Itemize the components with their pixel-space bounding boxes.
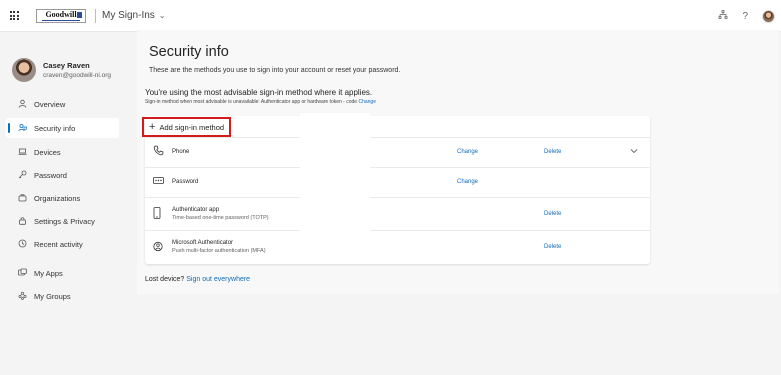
top-right-actions: ? [718, 0, 775, 32]
sidebar-item-devices[interactable]: Devices [6, 142, 119, 162]
sidebar-item-recent-activity[interactable]: Recent activity [6, 234, 119, 254]
sidebar-item-label: My Apps [34, 268, 63, 278]
main-content: Security info These are the methods you … [137, 30, 779, 294]
sidebar-item-security-info[interactable]: Security info [6, 118, 119, 138]
logo-text: Goodwill [45, 9, 77, 19]
divider [95, 8, 96, 23]
change-password-link[interactable]: Change [457, 179, 478, 185]
top-bar: Goodwill My Sign-Ins ⌄ ? [0, 0, 781, 32]
sign-out-everywhere-link[interactable]: Sign out everywhere [186, 276, 250, 283]
plus-icon: + [149, 121, 156, 133]
sidebar-item-my-apps[interactable]: My Apps [6, 263, 119, 283]
sidebar-item-overview[interactable]: Overview [6, 94, 119, 114]
page-title: Security info [149, 44, 229, 60]
user-profile: Casey Raven craven@goodwill-ni.org [12, 58, 111, 82]
method-row-authenticator-app: Authenticator app Time-based one-time pa… [145, 197, 650, 230]
method-row-microsoft-authenticator: Microsoft Authenticator Push multi-facto… [145, 230, 650, 262]
security-info-icon [17, 123, 27, 134]
sidebar-item-label: Security info [34, 123, 76, 133]
briefcase-icon [17, 193, 27, 204]
sidebar-item-label: Organizations [34, 193, 81, 203]
method-description: Time-based one-time password (TOTP) [172, 215, 269, 221]
groups-icon [17, 291, 27, 302]
app-launcher-icon[interactable] [0, 0, 28, 32]
mobile-icon [153, 207, 161, 222]
sidebar-item-label: Password [34, 170, 67, 180]
sidebar-item-label: My Groups [34, 291, 71, 301]
sidebar-item-label: Recent activity [34, 239, 83, 249]
method-description: Push multi-factor authentication (MFA) [172, 248, 266, 254]
page-subtitle: These are the methods you use to sign in… [149, 67, 401, 74]
key-icon [17, 170, 27, 181]
lost-device: Lost device? Sign out everywhere [145, 276, 250, 283]
authenticator-icon [153, 241, 163, 255]
method-row-password: Password Change [145, 167, 650, 197]
change-phone-link[interactable]: Change [457, 149, 478, 155]
history-icon [17, 239, 27, 250]
profile-avatar [12, 58, 36, 82]
phone-icon [153, 145, 164, 159]
sidebar-item-my-groups[interactable]: My Groups [6, 286, 119, 306]
advisable-message: You're using the most advisable sign-in … [145, 88, 373, 97]
lock-icon [17, 216, 27, 227]
org-chart-icon[interactable] [718, 9, 728, 23]
method-name: Authenticator app [172, 207, 220, 213]
avatar[interactable] [762, 9, 775, 23]
lost-device-text: Lost device? [145, 276, 185, 283]
profile-email: craven@goodwill-ni.org [43, 72, 112, 79]
add-sign-in-method-button[interactable]: + Add sign-in method [142, 117, 231, 137]
sidebar-item-organizations[interactable]: Organizations [6, 188, 119, 208]
sidebar-item-settings-privacy[interactable]: Settings & Privacy [6, 211, 119, 231]
password-icon [153, 176, 164, 188]
sidebar-item-password[interactable]: Password [6, 165, 119, 185]
change-default-method-link[interactable]: Change [358, 99, 376, 105]
chevron-down-icon[interactable] [630, 147, 638, 156]
delete-authenticator-app-link[interactable]: Delete [544, 211, 561, 217]
sidebar-item-label: Settings & Privacy [34, 216, 95, 226]
sidebar-item-label: Devices [34, 147, 61, 157]
help-icon[interactable]: ? [742, 11, 748, 22]
advisable-note-text: Sign-in method when most advisable is un… [145, 99, 358, 105]
method-row-phone: Phone Change Delete [145, 137, 650, 167]
method-name: Password [172, 179, 199, 185]
sidebar-item-label: Overview [34, 99, 66, 109]
company-logo[interactable]: Goodwill [36, 8, 86, 23]
method-name: Microsoft Authenticator [172, 240, 234, 246]
redaction-block [300, 113, 370, 264]
chevron-down-icon: ⌄ [158, 11, 166, 20]
laptop-icon [17, 147, 27, 158]
delete-phone-link[interactable]: Delete [544, 149, 561, 155]
advisable-note: Sign-in method when most advisable is un… [145, 99, 376, 105]
profile-name: Casey Raven [43, 61, 90, 70]
app-title-label: My Sign-Ins [102, 10, 155, 21]
delete-microsoft-authenticator-link[interactable]: Delete [544, 244, 561, 250]
person-icon [17, 99, 27, 110]
app-title[interactable]: My Sign-Ins ⌄ [102, 10, 166, 21]
method-name: Phone [172, 149, 190, 155]
apps-icon [17, 268, 27, 279]
add-sign-in-method-label: Add sign-in method [159, 122, 225, 132]
